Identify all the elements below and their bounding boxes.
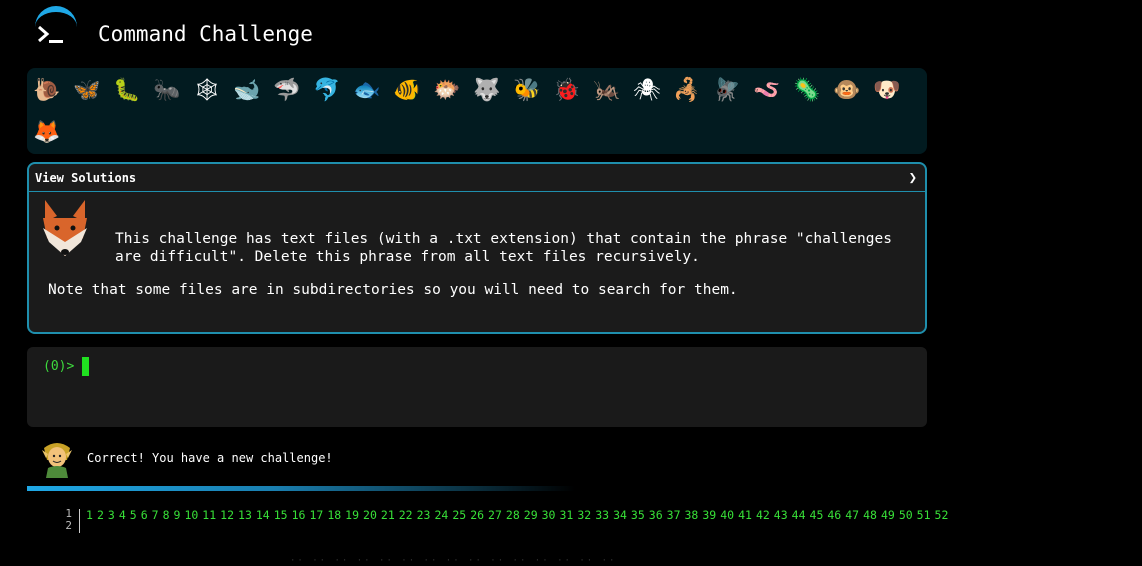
level-link[interactable]: 25 (452, 508, 466, 522)
level-link[interactable]: 21 (381, 508, 395, 522)
level-link[interactable]: 32 (577, 508, 591, 522)
progress-bar (27, 486, 575, 491)
level-link[interactable]: 34 (613, 508, 627, 522)
level-link[interactable]: 2 (97, 508, 104, 522)
chevron-right-icon[interactable]: ❯ (909, 170, 917, 186)
level-list: 1 2 3 4 5 6 7 8 9 10 11 12 13 14 15 16 17 18 19 20 21 22 23 24 2… (86, 508, 952, 522)
level-link[interactable]: 43 (774, 508, 788, 522)
level-link[interactable]: 42 (756, 508, 770, 522)
level-link[interactable]: 27 (488, 508, 502, 522)
level-link[interactable]: 9 (174, 508, 181, 522)
cricket-icon[interactable]: 🦗 (589, 76, 625, 106)
level-link[interactable]: 16 (292, 508, 306, 522)
level-link[interactable]: 5 (130, 508, 137, 522)
bee-icon[interactable]: 🐝 (509, 76, 545, 106)
fox-icon[interactable]: 🦊 (29, 118, 65, 148)
animal-selector-bar: 🐌 🦋 🐛 🐜 🕸 🐋 🦈 🐬 🐟 🐠 🐡 🐺 🐝 🐞 🦗 🕷 🦂 🪰 🪱 🦠 🐵 🐶 🦊 (27, 68, 927, 154)
whale-icon[interactable]: 🐋 (229, 76, 265, 106)
level-link[interactable]: 7 (152, 508, 159, 522)
level-link[interactable]: 22 (399, 508, 413, 522)
level-link[interactable]: 1 (86, 508, 93, 522)
microbe-icon[interactable]: 🦠 (789, 76, 825, 106)
terminal-input[interactable]: (0)> (27, 347, 927, 427)
challenge-panel: View Solutions ❯ This challenge has text… (27, 162, 927, 334)
level-link[interactable]: 52 (935, 508, 949, 522)
fish-icon[interactable]: 🐟 (349, 76, 385, 106)
level-link[interactable]: 15 (274, 508, 288, 522)
level-link[interactable]: 48 (863, 508, 877, 522)
level-link[interactable]: 47 (845, 508, 859, 522)
level-link[interactable]: 33 (595, 508, 609, 522)
spider-web-icon[interactable]: 🕸 (189, 76, 225, 106)
blowfish-icon[interactable]: 🐡 (429, 76, 465, 106)
level-selector: 1 2 1 2 3 4 5 6 7 8 9 10 11 12 13 14 15 16 17 18 19 20 21 22 2… (56, 508, 1142, 534)
level-link[interactable]: 38 (685, 508, 699, 522)
level-link[interactable]: 29 (524, 508, 538, 522)
level-link[interactable]: 28 (506, 508, 520, 522)
ladybug-icon[interactable]: 🐞 (549, 76, 585, 106)
scorpion-icon[interactable]: 🦂 (669, 76, 705, 106)
level-link[interactable]: 3 (108, 508, 115, 522)
level-link[interactable]: 41 (738, 508, 752, 522)
ant-icon[interactable]: 🐜 (149, 76, 185, 106)
worm-icon[interactable]: 🪱 (749, 76, 785, 106)
fly-icon[interactable]: 🪰 (709, 76, 745, 106)
elf-icon (42, 443, 72, 478)
level-link[interactable]: 51 (917, 508, 931, 522)
terminal-prompt: (0)> (43, 359, 75, 374)
monkey-icon[interactable]: 🐵 (829, 76, 865, 106)
level-link[interactable]: 40 (720, 508, 734, 522)
terminal-icon[interactable] (36, 24, 66, 48)
level-link[interactable]: 18 (327, 508, 341, 522)
snail-icon[interactable]: 🐌 (29, 76, 65, 106)
level-link[interactable]: 46 (827, 508, 841, 522)
level-link[interactable]: 36 (649, 508, 663, 522)
spider-icon[interactable]: 🕷 (629, 76, 665, 106)
level-link[interactable]: 19 (345, 508, 359, 522)
level-link[interactable]: 20 (363, 508, 377, 522)
caterpillar-icon[interactable]: 🐛 (109, 76, 145, 106)
shark-icon[interactable]: 🦈 (269, 76, 305, 106)
level-link[interactable]: 14 (256, 508, 270, 522)
level-link[interactable]: 24 (434, 508, 448, 522)
view-solutions-label: View Solutions (35, 170, 137, 185)
feedback-message: Correct! You have a new challenge! (87, 451, 333, 465)
level-link[interactable]: 11 (202, 508, 216, 522)
view-solutions-toggle[interactable]: View Solutions ❯ (29, 164, 925, 192)
fox-icon (43, 200, 87, 256)
line-number: 2 (65, 519, 72, 532)
level-link[interactable]: 4 (119, 508, 126, 522)
level-link[interactable]: 50 (899, 508, 913, 522)
dog-icon[interactable]: 🐶 (869, 76, 905, 106)
level-link[interactable]: 13 (238, 508, 252, 522)
level-link[interactable]: 44 (792, 508, 806, 522)
level-link[interactable]: 37 (667, 508, 681, 522)
terminal-cursor (82, 357, 89, 376)
level-link[interactable]: 10 (184, 508, 198, 522)
level-link[interactable]: 12 (220, 508, 234, 522)
butterfly-icon[interactable]: 🦋 (69, 76, 105, 106)
level-link[interactable]: 23 (417, 508, 431, 522)
level-link[interactable]: 49 (881, 508, 895, 522)
faint-decoration: ·· ·· ·· ·· ·· ·· ·· ·· ·· ·· ·· ·· ·· ·… (290, 556, 617, 566)
level-link[interactable]: 26 (470, 508, 484, 522)
challenge-description: This challenge has text files (with a .t… (115, 231, 892, 265)
level-link[interactable]: 39 (702, 508, 716, 522)
wolf-icon[interactable]: 🐺 (469, 76, 505, 106)
level-link[interactable]: 17 (309, 508, 323, 522)
app-title: Command Challenge (98, 22, 313, 46)
dolphin-icon[interactable]: 🐬 (309, 76, 345, 106)
gutter-divider (79, 509, 80, 533)
level-link[interactable]: 35 (631, 508, 645, 522)
level-link[interactable]: 30 (542, 508, 556, 522)
level-link[interactable]: 45 (810, 508, 824, 522)
line-numbers: 1 2 (56, 508, 72, 532)
tropical-fish-icon[interactable]: 🐠 (389, 76, 425, 106)
level-link[interactable]: 6 (141, 508, 148, 522)
level-link[interactable]: 8 (163, 508, 170, 522)
level-link[interactable]: 31 (559, 508, 573, 522)
challenge-note: Note that some files are in subdirectori… (48, 282, 738, 298)
